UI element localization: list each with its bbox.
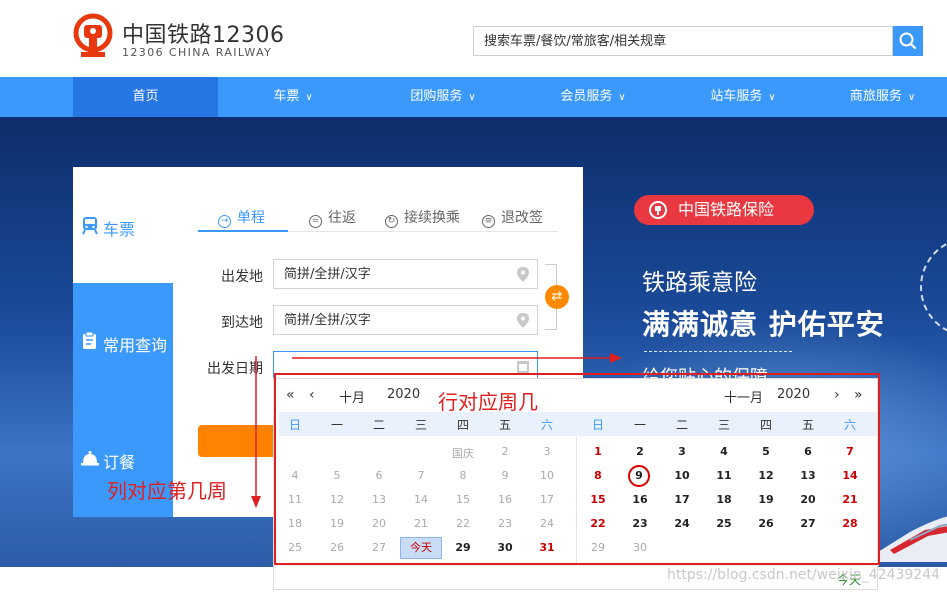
sidebar-item-label: 常用查询 [103, 336, 168, 355]
nav-item-member[interactable]: 会员服务 ∨ [518, 77, 668, 117]
annotation-row-note: 行对应周几 [438, 390, 538, 414]
to-station-input[interactable] [274, 306, 504, 334]
tab-transfer[interactable]: ↻ 接续换乘 [385, 207, 460, 228]
nav-item-home[interactable]: 首页 [73, 77, 218, 117]
page: 中国铁路12306 12306 CHINA RAILWAY 首页 车票 ∨ 团购服… [0, 0, 947, 594]
search-icon [899, 32, 917, 50]
chevron-down-icon: ∨ [768, 92, 776, 103]
nav-item-tickets[interactable]: 车票 ∨ [218, 77, 368, 117]
nav-label: 商旅服务 [849, 89, 902, 104]
nav-label: 首页 [132, 89, 159, 104]
date-label: 出发日期 [207, 361, 263, 377]
site-title[interactable]: 中国铁路12306 [122, 17, 285, 49]
sidebar-item-label: 车票 [103, 220, 136, 239]
nav-item-station[interactable]: 站车服务 ∨ [668, 77, 818, 117]
food-bell-icon [81, 451, 99, 466]
nav-item-group[interactable]: 团购服务 ∨ [368, 77, 518, 117]
nav-label: 会员服务 [560, 89, 613, 104]
insurance-logo-icon [649, 201, 667, 219]
arrow-right-icon: → [218, 215, 231, 228]
site-subtitle: 12306 CHINA RAILWAY [122, 46, 273, 59]
swap-icon: ⇄ [551, 289, 563, 304]
from-field [273, 259, 538, 289]
chevron-down-icon: ∨ [618, 92, 626, 103]
sidebar-item-common-query[interactable]: 常用查询 [73, 283, 173, 399]
location-pin-icon [517, 313, 529, 328]
chevron-down-icon: ∨ [305, 92, 313, 103]
tab-round-trip[interactable]: = 往返 [309, 207, 356, 228]
header: 中国铁路12306 12306 CHINA RAILWAY [0, 0, 947, 77]
train-icon [82, 217, 98, 235]
chevron-down-icon: ∨ [907, 92, 916, 103]
booking-sidebar: 车票 常用查询 订餐 [73, 167, 173, 517]
search-input[interactable] [474, 27, 892, 55]
main-nav: 首页 车票 ∨ 团购服务 ∨ 会员服务 ∨ 站车服务 ∨ 商旅服务 ∨ [0, 77, 947, 117]
transfer-icon: ↻ [385, 215, 398, 228]
from-station-input[interactable] [274, 260, 504, 288]
tab-label: 接续换乘 [404, 210, 460, 226]
roundtrip-icon: = [309, 215, 322, 228]
tab-label: 单程 [237, 210, 265, 226]
to-label: 到达地 [221, 315, 263, 331]
active-tab-underline [198, 230, 288, 232]
refund-icon: ≡ [482, 215, 495, 228]
sidebar-item-label: 订餐 [103, 453, 136, 472]
clipboard-icon [83, 331, 96, 349]
to-field [273, 305, 538, 335]
hero-slogan: 满满诚意 护佑平安 [642, 308, 885, 341]
nav-label: 团购服务 [410, 89, 463, 104]
hero-headline: 铁路乘意险 [642, 270, 757, 296]
search-button[interactable] [893, 26, 923, 56]
train-image [870, 516, 947, 562]
calendar-icon [517, 361, 529, 373]
annotation-col-note: 列对应第几周 [107, 479, 227, 503]
sidebar-item-tickets[interactable]: 车票 [73, 167, 173, 283]
search-box [473, 26, 893, 56]
location-pin-icon [517, 267, 529, 282]
railway-logo-icon[interactable] [72, 12, 114, 60]
chevron-down-icon: ∨ [468, 92, 476, 103]
watermark: https://blog.csdn.net/weixin_42439244 [667, 567, 941, 583]
nav-label: 车票 [273, 89, 300, 104]
tab-label: 退改签 [501, 210, 543, 226]
tab-one-way[interactable]: → 单程 [218, 207, 265, 228]
tab-label: 往返 [328, 210, 356, 226]
nav-item-business[interactable]: 商旅服务 ∨ [818, 77, 947, 117]
annotation-box [274, 373, 880, 565]
hero-divider [644, 351, 792, 352]
swap-stations-button[interactable]: ⇄ [545, 285, 569, 309]
tab-refund[interactable]: ≡ 退改签 [482, 207, 543, 228]
nav-label: 站车服务 [710, 89, 763, 104]
from-label: 出发地 [221, 269, 263, 285]
